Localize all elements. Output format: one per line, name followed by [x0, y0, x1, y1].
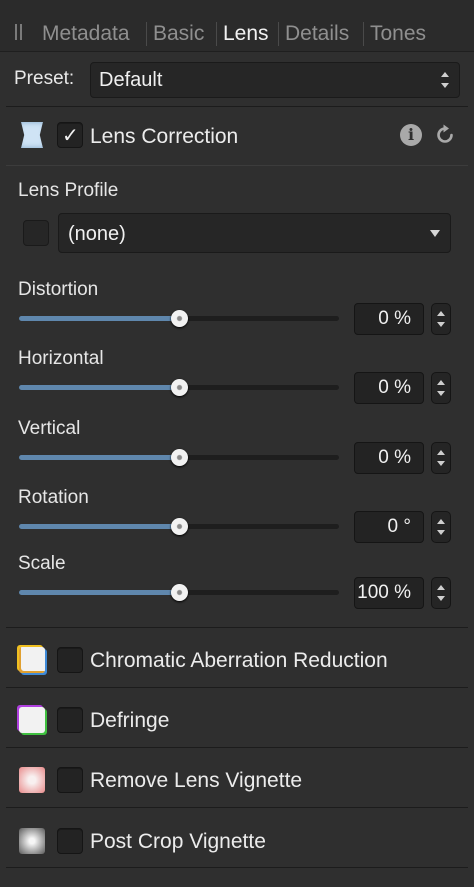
section-divider	[6, 106, 468, 107]
info-icon[interactable]: i	[400, 124, 422, 146]
value-stepper[interactable]	[431, 511, 451, 543]
chevron-down-icon[interactable]	[437, 461, 445, 466]
lens-profile-dropdown[interactable]: (none)	[58, 213, 451, 253]
chromatic-aberration-checkbox[interactable]	[57, 647, 83, 673]
slider-label-2: Vertical	[18, 418, 81, 439]
value-stepper[interactable]	[431, 442, 451, 474]
slider-thumb[interactable]	[170, 379, 188, 396]
slider-value-field[interactable]: 100 %	[354, 577, 424, 609]
chevron-up-icon[interactable]	[437, 380, 445, 385]
lens-profile-checkbox[interactable]	[23, 220, 49, 246]
defringe-title: Defringe	[90, 709, 170, 732]
chromatic-aberration-title: Chromatic Aberration Reduction	[90, 649, 388, 672]
slider-fill	[19, 316, 179, 321]
value-stepper[interactable]	[431, 372, 451, 404]
tab-lens[interactable]: Lens	[223, 22, 269, 46]
slider-fill	[19, 455, 179, 460]
chevron-down-icon	[430, 230, 440, 237]
slider-thumb[interactable]	[170, 449, 188, 466]
chevron-up-icon[interactable]	[437, 311, 445, 316]
tab-separator	[146, 22, 147, 46]
chevron-down-icon[interactable]	[437, 391, 445, 396]
tab-metadata[interactable]: Metadata	[42, 22, 130, 46]
slider-fill	[19, 590, 179, 595]
slider-label-4: Scale	[18, 553, 66, 574]
section-divider	[6, 165, 468, 166]
slider-fill	[19, 524, 179, 529]
tab-separator	[278, 22, 279, 46]
slider-track[interactable]	[19, 310, 339, 327]
lens-correction-title: Lens Correction	[90, 125, 239, 148]
preset-select[interactable]: Default	[90, 62, 460, 98]
slider-track[interactable]	[19, 584, 339, 601]
post-crop-vignette-icon	[19, 828, 45, 854]
chevron-down-icon[interactable]	[437, 530, 445, 535]
defringe-checkbox[interactable]	[57, 707, 83, 733]
defringe-icon	[19, 707, 45, 733]
section-divider	[6, 627, 468, 628]
tab-tones[interactable]: Tones	[370, 22, 426, 46]
chevron-down-icon[interactable]	[437, 596, 445, 601]
chevron-down-icon[interactable]	[437, 322, 445, 327]
lens-distortion-icon	[21, 122, 43, 148]
slider-track[interactable]	[19, 518, 339, 535]
chevron-up-icon[interactable]	[437, 585, 445, 590]
slider-label-3: Rotation	[18, 487, 89, 508]
section-divider	[6, 747, 468, 748]
chevron-up-icon[interactable]	[437, 450, 445, 455]
lens-correction-checkbox[interactable]: ✓	[57, 122, 83, 148]
slider-value-field[interactable]: 0 %	[354, 372, 424, 404]
check-mark: ✓	[62, 123, 79, 147]
slider-label-0: Distortion	[18, 279, 99, 300]
value-stepper[interactable]	[431, 577, 451, 609]
post-crop-vignette-checkbox[interactable]	[57, 828, 83, 854]
tab-separator	[216, 22, 217, 46]
tab-separator	[363, 22, 364, 46]
slider-value-field[interactable]: 0 %	[354, 442, 424, 474]
lens-profile-value: (none)	[68, 223, 126, 245]
lens-vignette-icon	[19, 767, 45, 793]
slider-thumb[interactable]	[170, 584, 188, 601]
slider-track[interactable]	[19, 379, 339, 396]
chevron-up-icon[interactable]	[437, 519, 445, 524]
value-stepper[interactable]	[431, 303, 451, 335]
remove-vignette-checkbox[interactable]	[57, 767, 83, 793]
chromatic-aberration-icon	[19, 647, 45, 673]
slider-thumb[interactable]	[170, 310, 188, 327]
section-divider	[6, 687, 468, 688]
up-down-arrows-icon	[441, 71, 449, 89]
slider-thumb[interactable]	[170, 518, 188, 535]
slider-value-field[interactable]: 0 %	[354, 303, 424, 335]
preset-label: Preset:	[14, 68, 75, 89]
lens-profile-label: Lens Profile	[18, 180, 119, 201]
section-divider	[6, 867, 468, 868]
reset-icon[interactable]	[434, 124, 456, 146]
slider-label-1: Horizontal	[18, 348, 104, 369]
tab-bar: Metadata Basic Lens Details Tones	[0, 0, 474, 52]
preset-value: Default	[99, 69, 163, 91]
slider-value-field[interactable]: 0 °	[354, 511, 424, 543]
remove-vignette-title: Remove Lens Vignette	[90, 769, 303, 792]
section-divider	[6, 807, 468, 808]
tab-details[interactable]: Details	[285, 22, 349, 46]
slider-fill	[19, 385, 179, 390]
post-crop-vignette-title: Post Crop Vignette	[90, 830, 266, 853]
slider-track[interactable]	[19, 449, 339, 466]
tab-basic[interactable]: Basic	[153, 22, 204, 46]
panel-grip-icon[interactable]	[13, 24, 23, 40]
